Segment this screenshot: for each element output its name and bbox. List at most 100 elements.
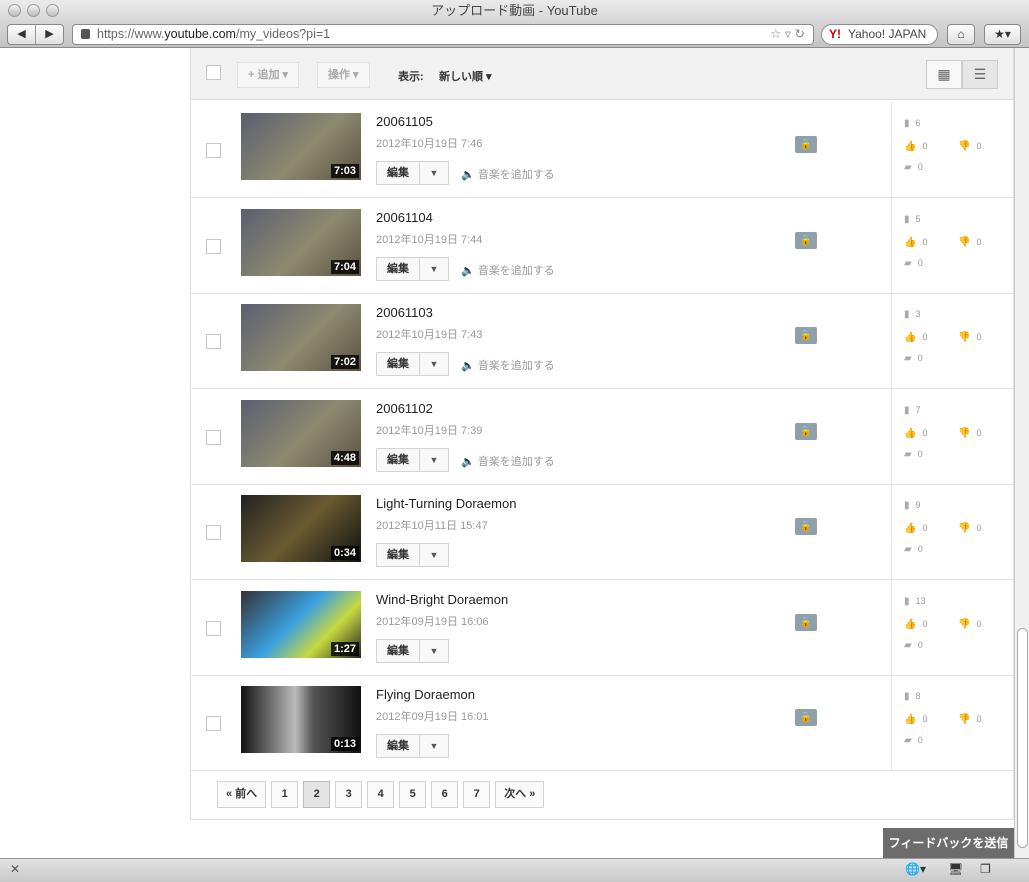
edit-button[interactable]: 編集 [377,353,420,375]
edit-button[interactable]: 編集 [377,639,420,662]
add-button[interactable]: + 追加 ▾ [237,62,300,88]
reload-icon[interactable]: ☆ ▿ ↻ [770,25,805,44]
video-checkbox[interactable] [206,525,221,540]
views-count: 6 [915,118,921,128]
sort-dropdown[interactable]: 新しい順 ▾ [439,68,492,84]
page-5-button[interactable]: 5 [399,781,427,808]
video-duration: 0:34 [330,546,359,560]
video-title[interactable]: 20061105 [376,114,433,129]
video-stats: ▮ 13 👍 0 👎 0 ▰ 0 [891,579,1013,675]
video-checkbox[interactable] [206,143,221,158]
private-lock-icon[interactable]: 🔒 [795,136,817,153]
scrollbar-thumb[interactable] [1017,628,1028,848]
video-thumbnail[interactable]: 1:27 [241,590,361,658]
edit-dropdown-button[interactable]: ▼ [420,735,448,757]
edit-button-group: 編集 ▼ [376,256,449,281]
video-duration: 7:04 [330,259,359,274]
add-music-link[interactable]: 🔈 音楽を追加する [461,262,555,278]
edit-button[interactable]: 編集 [377,257,420,280]
page-3-button[interactable]: 3 [335,781,363,808]
edit-dropdown-button[interactable]: ▼ [420,258,448,280]
add-music-link[interactable]: 🔈 音楽を追加する [461,453,555,469]
monitor-icon[interactable]: 🖥 [948,862,963,876]
edit-dropdown-button[interactable]: ▼ [420,544,448,566]
video-thumbnail[interactable]: 4:48 [241,399,361,467]
close-window-button[interactable] [8,4,21,17]
comments-count: 0 [917,448,923,459]
video-checkbox[interactable] [206,620,221,636]
select-all-checkbox[interactable] [206,65,221,80]
video-thumbnail[interactable]: 0:34 [241,495,361,562]
likes-count: 0 [922,523,928,533]
video-checkbox[interactable] [206,238,221,254]
private-lock-icon[interactable]: 🔒 [795,518,817,535]
video-thumbnail[interactable]: 0:13 [241,686,361,753]
scrollbar[interactable] [1014,48,1029,858]
thumbs-up-icon: 👍 [904,523,917,534]
grid-view-button[interactable]: ▦ [926,60,962,89]
private-lock-icon[interactable]: 🔒 [795,709,817,726]
comments-stat: ▰ 0 [904,353,923,364]
private-lock-icon[interactable]: 🔒 [795,422,817,440]
status-bar: ✕ 🌐▾ 🖥 ❐ [0,858,1029,882]
edit-dropdown-button[interactable]: ▼ [420,640,448,662]
add-music-link[interactable]: 🔈 音楽を追加する [461,166,555,182]
forward-button[interactable]: ▶ [36,25,63,44]
video-date: 2012年10月19日 7:39 [376,424,483,437]
private-lock-icon[interactable]: 🔒 [795,327,817,344]
views-stat: ▮ 5 [904,214,921,225]
search-field[interactable]: Y! Yahoo! JAPAN [821,24,938,45]
bookmarks-button[interactable]: ★▾ [984,24,1021,45]
minimize-window-button[interactable] [27,4,40,17]
private-lock-icon[interactable]: 🔒 [795,613,817,631]
video-row: 0:34 Light-Turning Doraemon 2012年10月11日 … [191,484,1013,580]
private-lock-icon[interactable]: 🔒 [795,231,817,249]
comment-icon: ▰ [904,448,912,460]
views-count: 3 [915,309,921,319]
back-button[interactable]: ◀ [8,25,36,44]
window-controls[interactable] [8,4,59,17]
address-bar[interactable]: https://www.youtube.com/my_videos?pi=1 ☆ … [72,24,814,45]
video-thumbnail[interactable]: 7:04 [241,208,361,276]
page-2-button[interactable]: 2 [303,781,331,808]
globe-icon[interactable]: 🌐▾ [905,862,926,876]
video-title[interactable]: 20061103 [376,305,433,320]
edit-dropdown-button[interactable]: ▼ [420,162,448,184]
dislikes-count: 0 [976,714,982,724]
video-title[interactable]: 20061104 [376,210,433,225]
video-title[interactable]: Light-Turning Doraemon [376,496,516,511]
window-icon[interactable]: ❐ [980,862,991,876]
list-view-button[interactable]: ☰ [962,60,998,89]
video-thumbnail[interactable]: 7:03 [241,113,361,180]
thumbs-down-icon: 👎 [958,236,971,248]
prev-page-button[interactable]: « 前へ [217,781,267,808]
video-checkbox[interactable] [206,334,221,349]
next-page-button[interactable]: 次へ » [495,781,545,808]
comment-icon: ▰ [904,639,912,651]
edit-button[interactable]: 編集 [377,544,420,566]
edit-button-group: 編集 ▼ [376,161,449,185]
page-4-button[interactable]: 4 [367,781,395,808]
views-icon: ▮ [904,309,910,320]
page-6-button[interactable]: 6 [431,781,459,808]
edit-button[interactable]: 編集 [377,735,420,757]
add-music-link[interactable]: 🔈 音楽を追加する [461,357,555,373]
video-title[interactable]: 20061102 [376,401,433,416]
feedback-button[interactable]: フィードバックを送信 [883,828,1014,858]
page-1-button[interactable]: 1 [271,781,299,808]
close-status-icon[interactable]: ✕ [10,862,20,876]
page-7-button[interactable]: 7 [463,781,491,808]
home-button[interactable]: ⌂ [947,24,975,45]
video-title[interactable]: Flying Doraemon [376,687,475,702]
zoom-window-button[interactable] [46,4,59,17]
video-checkbox[interactable] [206,429,221,445]
video-title[interactable]: Wind-Bright Doraemon [376,592,508,607]
edit-dropdown-button[interactable]: ▼ [420,353,448,375]
edit-dropdown-button[interactable]: ▼ [420,449,448,471]
actions-button[interactable]: 操作 ▾ [317,62,370,88]
edit-button[interactable]: 編集 [377,162,420,184]
video-checkbox[interactable] [206,716,221,731]
dislikes-stat: 👎 0 [958,523,981,534]
video-thumbnail[interactable]: 7:02 [241,304,361,371]
edit-button[interactable]: 編集 [377,448,420,471]
